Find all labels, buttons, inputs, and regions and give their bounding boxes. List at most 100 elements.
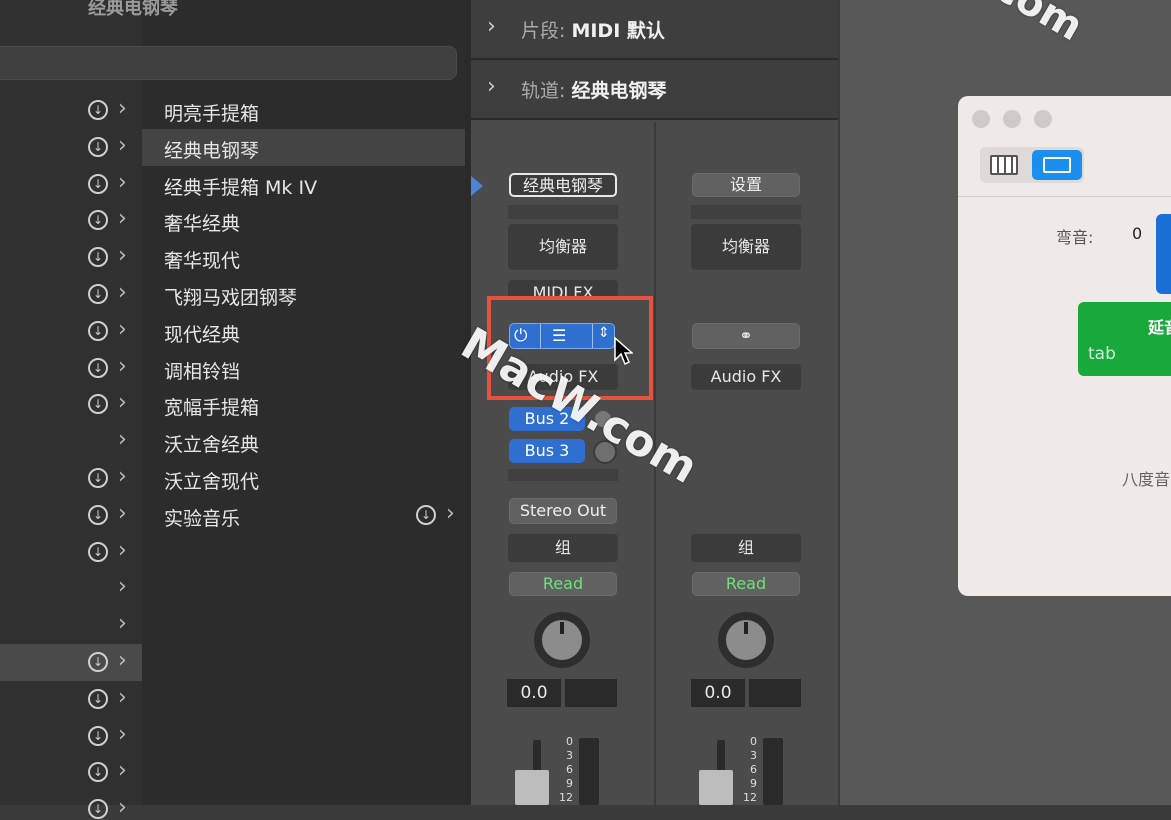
mouse-cursor-icon (614, 336, 633, 366)
piano-keyboard-icon[interactable] (990, 155, 1018, 175)
patch-item[interactable]: 沃立舍经典 (164, 430, 259, 457)
chevron-right-icon[interactable]: › (118, 797, 127, 819)
patch-item[interactable]: 奢华经典 (164, 209, 240, 236)
track-header[interactable]: › 轨道: 经典电钢琴 (471, 60, 838, 120)
musical-typing-window: 弯音: 0 延音 tab 八度音 (958, 96, 1171, 596)
download-icon[interactable]: ↓ (88, 100, 108, 120)
patch-item[interactable]: 奢华现代 (164, 246, 240, 273)
patch-item[interactable]: 实验音乐 (164, 504, 240, 531)
patch-item[interactable]: 调相铃铛 (164, 357, 240, 384)
channel1-level-meter (579, 738, 599, 805)
chevron-right-icon[interactable]: › (118, 171, 127, 194)
download-icon[interactable]: ↓ (88, 541, 108, 562)
channel2-fader-cap[interactable] (699, 770, 733, 805)
download-icon[interactable]: ↓ (88, 468, 108, 488)
channel2-audio-fx-slot[interactable]: Audio FX (691, 364, 801, 390)
chevron-right-icon[interactable]: › (118, 98, 127, 120)
patch-item[interactable]: 沃立舍现代 (164, 467, 259, 494)
channel1-volume-display[interactable]: 0.0 (507, 679, 561, 707)
download-icon[interactable]: ↓ (88, 688, 108, 709)
download-icon[interactable]: ↓ (88, 725, 108, 746)
chevron-right-icon[interactable]: › (118, 686, 127, 709)
download-icon[interactable]: ↓ (416, 504, 436, 525)
channel1-group-slot[interactable]: 组 (508, 534, 618, 562)
toolbar-divider (958, 196, 1171, 197)
channel2-level-meter (763, 738, 783, 805)
channel2-setting-button[interactable]: 设置 (692, 173, 800, 197)
download-icon[interactable]: ↓ (88, 173, 108, 194)
patch-item[interactable]: 飞翔马戏团钢琴 (164, 283, 297, 310)
channel1-eq-button[interactable]: 均衡器 (508, 224, 618, 270)
download-icon[interactable]: ↓ (88, 652, 108, 672)
typing-keyboard-tab[interactable] (1032, 150, 1082, 180)
download-icon[interactable]: ↓ (88, 504, 108, 525)
channel2-stereo-link-button[interactable]: ⚭ (692, 323, 800, 349)
chevron-right-icon[interactable]: › (118, 466, 127, 488)
download-icon[interactable]: ↓ (88, 136, 108, 157)
chevron-right-icon: › (487, 74, 496, 99)
channel2-peak-display (749, 679, 801, 707)
patch-item[interactable]: 经典电钢琴 (164, 136, 259, 163)
chevron-right-icon[interactable]: › (118, 429, 127, 451)
channel1-fader-cap[interactable] (515, 770, 549, 805)
channel1-pan-knob[interactable] (534, 612, 590, 668)
channel1-output-button[interactable]: Stereo Out (509, 498, 617, 524)
chevron-right-icon[interactable]: › (118, 539, 127, 562)
zoom-window-button[interactable] (1034, 110, 1052, 128)
link-icon: ⚭ (739, 326, 753, 345)
download-icon[interactable]: ↓ (88, 357, 108, 378)
minimize-window-button[interactable] (1003, 110, 1021, 128)
chevron-right-icon[interactable]: › (118, 392, 127, 414)
region-header[interactable]: › 片段: MIDI 默认 (471, 0, 838, 60)
channel2-automation-mode[interactable]: Read (692, 572, 800, 596)
view-mode-segmented-control (980, 147, 1084, 183)
octave-label: 八度音 (1122, 470, 1171, 489)
library-title: 经典电钢琴 (88, 0, 178, 19)
keyboard-icon (1043, 157, 1071, 173)
chevron-right-icon[interactable]: › (118, 723, 127, 746)
chevron-right-icon[interactable]: › (118, 650, 127, 672)
chevron-right-icon[interactable]: › (118, 576, 127, 598)
channel2-pan-knob[interactable] (718, 612, 774, 668)
chevron-right-icon[interactable]: › (446, 502, 455, 525)
selected-channel-marker (471, 176, 483, 196)
channel1-peak-display (565, 679, 617, 707)
tab-key-hint: tab (1088, 344, 1116, 364)
chevron-right-icon[interactable]: › (118, 502, 127, 525)
download-icon[interactable]: ↓ (88, 799, 108, 820)
chevron-right-icon[interactable]: › (118, 355, 127, 378)
pitch-bend-label: 弯音: (1056, 228, 1094, 247)
region-label: 片段: MIDI 默认 (521, 20, 665, 42)
channel2-eq-button[interactable]: 均衡器 (691, 224, 801, 270)
patch-item[interactable]: 现代经典 (164, 320, 240, 347)
channel1-empty-send[interactable] (508, 469, 618, 481)
chevron-right-icon[interactable]: › (118, 760, 127, 782)
channel2-meter-scale: 0 3 6 9 12 (743, 735, 757, 804)
patch-item[interactable]: 明亮手提箱 (164, 99, 259, 126)
chevron-right-icon[interactable]: › (118, 245, 127, 267)
pitch-bend-value: 0 (1132, 224, 1143, 243)
chevron-right-icon[interactable]: › (118, 208, 127, 230)
sustain-label: 延音 (1148, 318, 1171, 337)
sustain-key[interactable]: 延音 tab (1078, 302, 1171, 376)
channel1-send-2[interactable]: Bus 3 (509, 439, 585, 463)
patch-item[interactable]: 经典手提箱 Mk IV (164, 173, 317, 200)
chevron-right-icon[interactable]: › (118, 134, 127, 157)
download-icon[interactable]: ↓ (88, 284, 108, 304)
chevron-right-icon: › (487, 14, 496, 39)
channel1-automation-mode[interactable]: Read (509, 572, 617, 596)
channel2-group-slot[interactable]: 组 (691, 534, 801, 562)
chevron-right-icon[interactable]: › (118, 318, 127, 341)
track-value: 经典电钢琴 (571, 80, 667, 102)
channel1-setting-button[interactable]: 经典电钢琴 (509, 173, 617, 197)
chevron-right-icon[interactable]: › (118, 282, 127, 304)
close-window-button[interactable] (972, 110, 990, 128)
library-search-field[interactable] (0, 46, 457, 80)
chevron-right-icon[interactable]: › (118, 613, 127, 635)
channel1-meter-scale: 0 3 6 9 12 (559, 735, 573, 804)
channel2-volume-display[interactable]: 0.0 (691, 679, 745, 707)
download-icon[interactable]: ↓ (88, 320, 108, 341)
pitch-bend-key[interactable] (1156, 214, 1171, 294)
patch-item[interactable]: 宽幅手提箱 (164, 393, 259, 420)
region-value: MIDI 默认 (571, 20, 665, 42)
